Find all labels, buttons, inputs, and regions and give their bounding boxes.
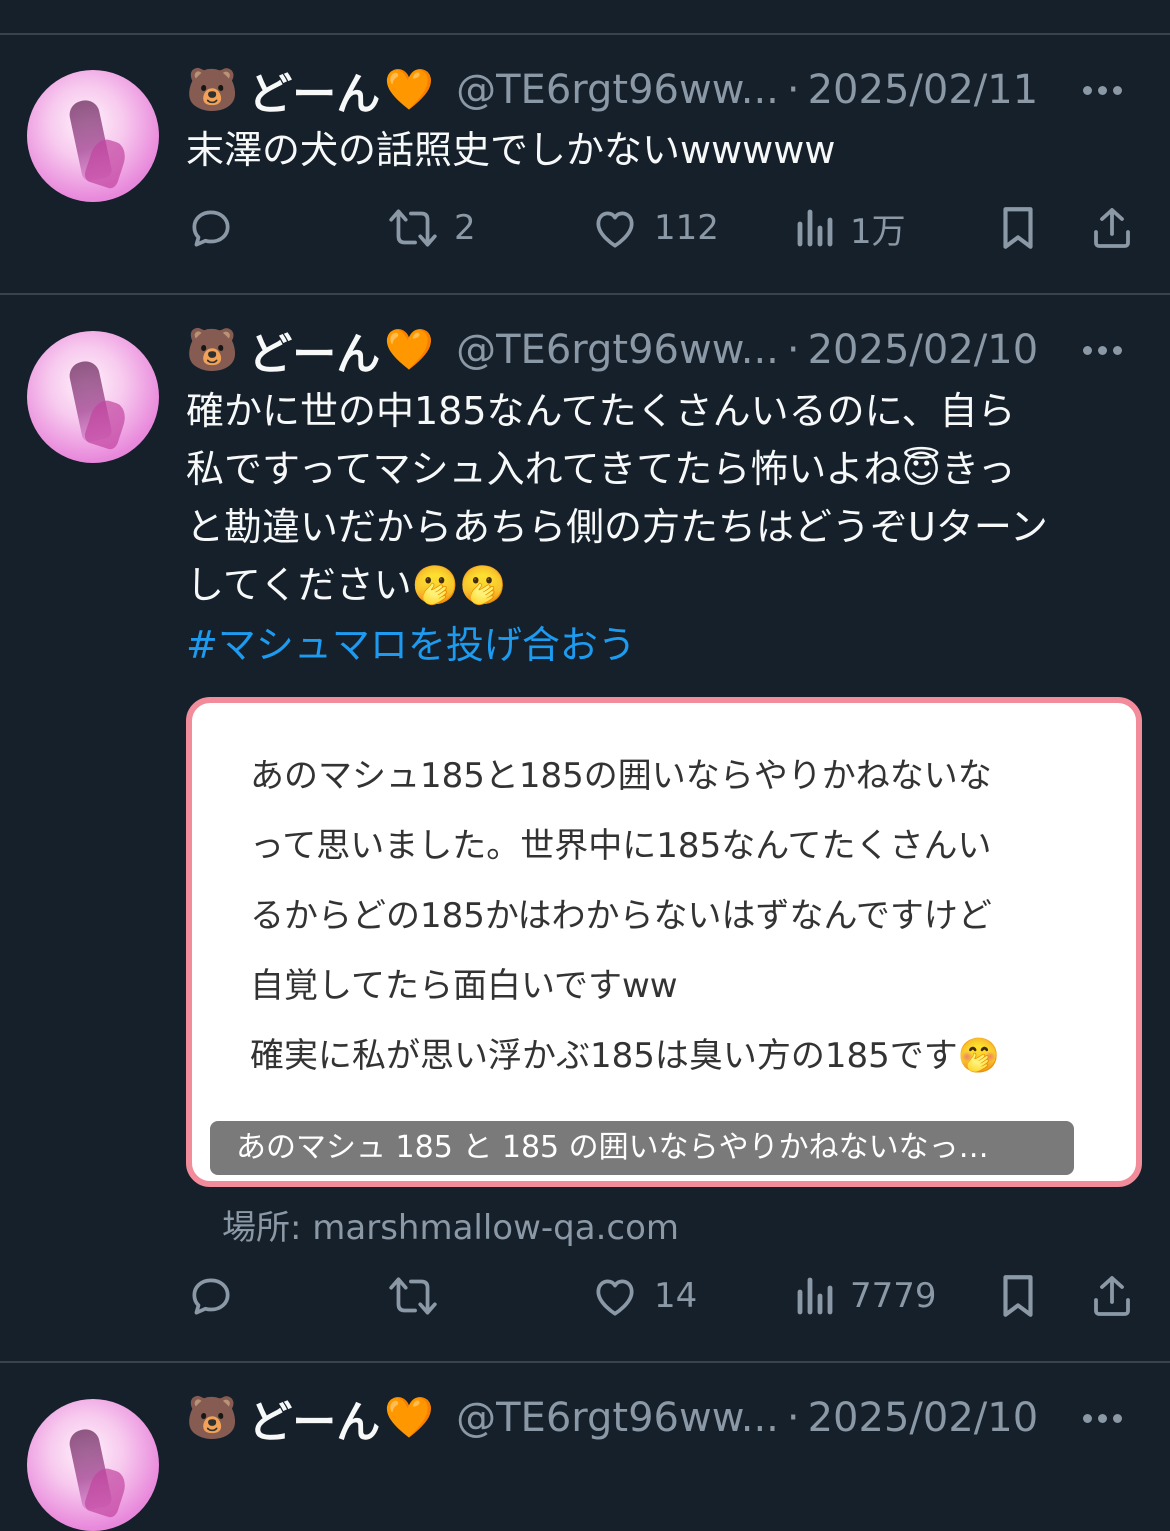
user-handle[interactable]: @TE6rgt96ww... (456, 1395, 779, 1441)
more-options-icon[interactable] (1083, 1388, 1122, 1448)
display-name[interactable]: どーん (248, 1386, 380, 1450)
orange-heart-icon: 🧡 (384, 1395, 435, 1441)
bear-emoji-icon: 🐻 (186, 1393, 239, 1442)
tweet[interactable]: 🐻 どーん 🧡 @TE6rgt96ww... · 2025/02/10 (0, 0, 1170, 1531)
tweet-date[interactable]: 2025/02/10 (808, 1395, 1039, 1441)
tweet-header: 🐻 どーん 🧡 @TE6rgt96ww... · 2025/02/10 (186, 1388, 1146, 1448)
avatar[interactable] (27, 1399, 159, 1531)
separator: · (786, 1395, 800, 1441)
